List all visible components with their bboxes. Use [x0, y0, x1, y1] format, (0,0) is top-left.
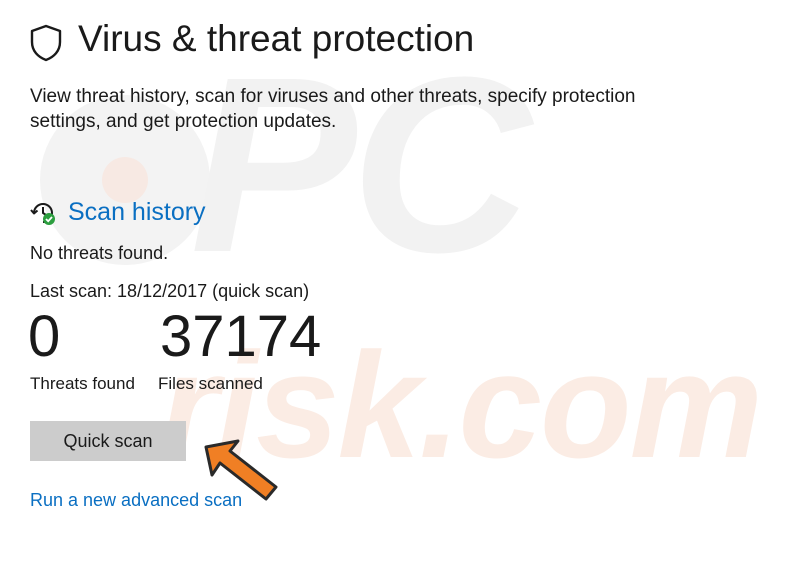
files-scanned-count: 37174: [160, 304, 322, 369]
shield-icon: [30, 24, 62, 62]
threats-found-label: Threats found: [30, 374, 135, 393]
watermark-text-pc: PC: [190, 25, 531, 304]
scan-history-link[interactable]: Scan history: [68, 198, 206, 227]
advanced-scan-link[interactable]: Run a new advanced scan: [30, 490, 242, 511]
page-description: View threat history, scan for viruses an…: [30, 86, 636, 132]
files-scanned-label: Files scanned: [158, 374, 263, 393]
quick-scan-button[interactable]: Quick scan: [30, 421, 186, 461]
scan-status-text: No threats found.: [30, 243, 169, 263]
page-title: Virus & threat protection: [78, 18, 475, 59]
threats-found-count: 0: [28, 304, 61, 369]
history-clock-icon: [30, 203, 55, 225]
last-scan-text: Last scan: 18/12/2017 (quick scan): [30, 281, 310, 301]
